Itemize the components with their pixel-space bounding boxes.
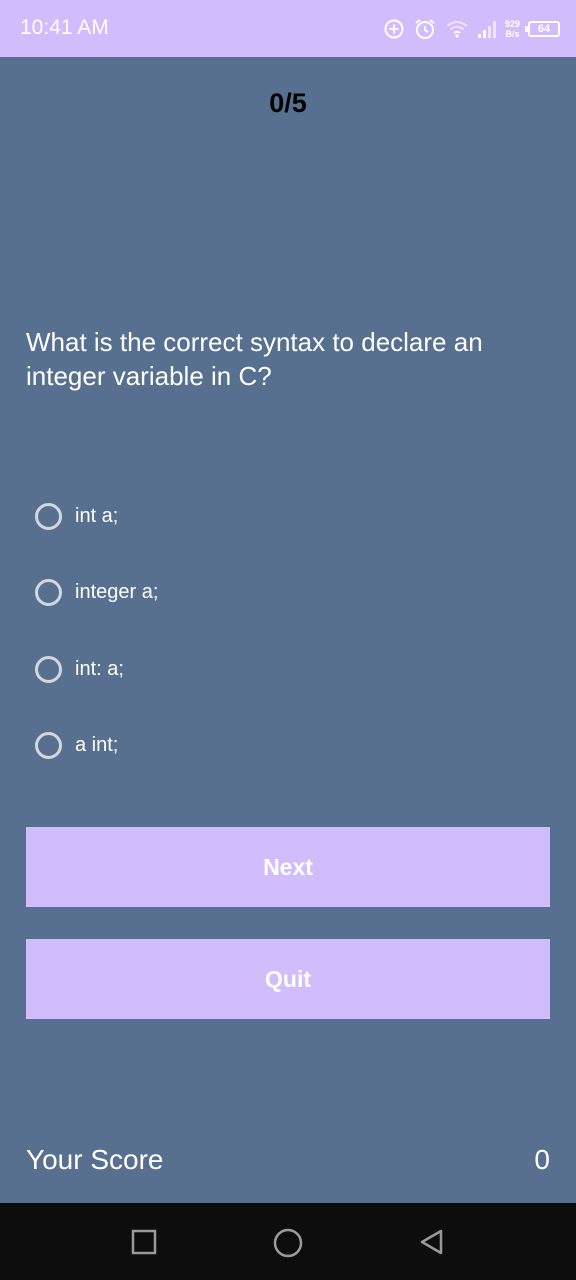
answer-option-3[interactable]: int: a;	[35, 650, 158, 688]
answer-options: int a; integer a; int: a; a int;	[35, 497, 158, 803]
status-bar: 10:41 AM 929 B/s 64	[0, 0, 576, 57]
status-icons: 929 B/s 64	[383, 14, 560, 44]
net-speed-indicator: 929 B/s	[505, 19, 520, 39]
score-value: 0	[534, 1144, 550, 1175]
net-speed-value: 929	[504, 19, 520, 29]
answer-option-2[interactable]: integer a;	[35, 574, 158, 612]
answer-option-label: int a;	[75, 504, 119, 527]
battery-level: 64	[537, 23, 551, 35]
signal-icon	[477, 19, 497, 39]
alarm-icon	[413, 17, 437, 41]
data-saver-icon	[383, 18, 405, 40]
radio-button-icon[interactable]	[35, 732, 62, 759]
score-label: Your Score	[26, 1144, 164, 1175]
home-icon[interactable]	[272, 1227, 303, 1258]
quiz-screen: 10:41 AM 929 B/s 64 0/5 What is the corr…	[0, 0, 576, 1280]
recents-icon[interactable]	[129, 1227, 159, 1257]
answer-option-4[interactable]: a int;	[35, 727, 158, 765]
battery-icon: 64	[525, 21, 560, 37]
system-nav-bar	[0, 1203, 576, 1280]
question-progress: 0/5	[269, 88, 307, 118]
radio-button-icon[interactable]	[35, 502, 62, 530]
answer-option-label: a int;	[75, 734, 119, 756]
radio-button-icon[interactable]	[35, 579, 62, 606]
question-text: What is the correct syntax to declare an…	[26, 327, 483, 391]
answer-option-label: int: a;	[75, 657, 124, 680]
answer-option-1[interactable]: int a;	[35, 497, 158, 535]
net-speed-unit: B/s	[505, 29, 520, 39]
radio-button-icon[interactable]	[35, 655, 62, 683]
next-button[interactable]: Next	[26, 827, 550, 907]
quit-button[interactable]: Quit	[26, 939, 550, 1019]
wifi-icon	[445, 19, 469, 39]
status-time: 10:41 AM	[20, 16, 109, 39]
back-icon[interactable]	[417, 1227, 447, 1257]
answer-option-label: integer a;	[75, 581, 159, 603]
